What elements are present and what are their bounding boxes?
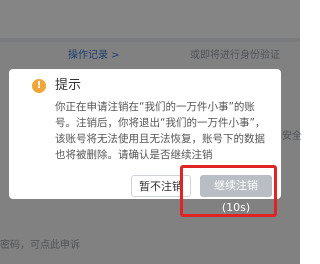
warning-icon: ! [32, 79, 46, 93]
dialog-message: 你正在申请注销在“我们的一万件小事”的账号。注销后，你将退出“我们的一万件小事”… [55, 101, 266, 161]
highlight-box [180, 165, 277, 217]
dialog-title: 提示 [55, 78, 82, 93]
